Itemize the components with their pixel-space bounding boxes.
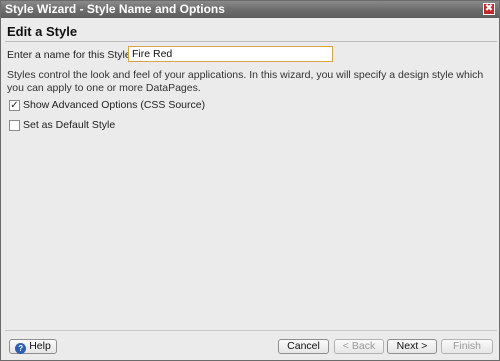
help-button[interactable]: ? Help [9,339,57,354]
show-advanced-options-label: Show Advanced Options (CSS Source) [23,99,206,111]
help-icon: ? [15,343,27,354]
page-title: Edit a Style [7,24,78,39]
set-default-style-label: Set as Default Style [23,119,116,131]
set-default-style-option[interactable]: Set as Default Style [9,119,115,131]
help-label: Help [29,340,51,352]
window-title: Style Wizard - Style Name and Options [5,2,225,16]
description-text: Styles control the look and feel of your… [7,69,484,94]
title-bar[interactable]: Style Wizard - Style Name and Options ✖ [1,1,499,18]
style-name-label: Enter a name for this Style: [7,49,134,61]
style-wizard-window: Style Wizard - Style Name and Options ✖ … [0,0,500,361]
close-icon[interactable]: ✖ [483,3,495,15]
finish-button[interactable]: Finish [441,339,493,354]
show-advanced-options-option[interactable]: ✓ Show Advanced Options (CSS Source) [9,99,205,111]
cancel-button[interactable]: Cancel [278,339,329,354]
set-default-style-checkbox[interactable] [9,119,20,131]
next-button[interactable]: Next > [387,339,437,354]
header-divider [5,41,497,42]
show-advanced-options-checkbox[interactable]: ✓ [9,99,20,111]
back-button[interactable]: < Back [334,339,384,354]
footer-divider [5,330,497,331]
style-name-input[interactable] [128,46,333,62]
